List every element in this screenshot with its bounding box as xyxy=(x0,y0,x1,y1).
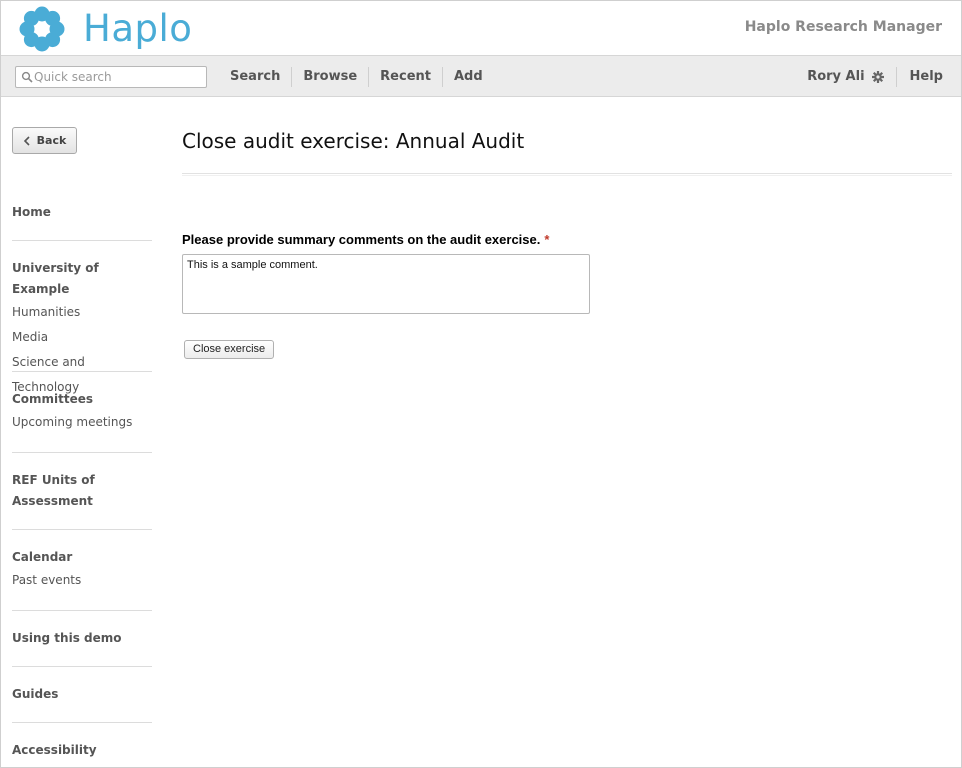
toolbar: Search Browse Recent Add Rory Ali Help xyxy=(1,55,961,97)
sidebar-item-university-of-example[interactable]: University of Example xyxy=(12,258,152,300)
sidebar-section-committees: Committees Upcoming meetings xyxy=(12,389,152,435)
quick-search-box[interactable] xyxy=(15,66,207,88)
comment-question-text: Please provide summary comments on the a… xyxy=(182,232,541,247)
sidebar-section-calendar: Calendar Past events xyxy=(12,547,152,593)
help-link[interactable]: Help xyxy=(895,67,943,87)
sidebar-item-upcoming-meetings[interactable]: Upcoming meetings xyxy=(12,410,152,435)
summary-comment-textarea[interactable]: This is a sample comment. xyxy=(182,254,590,314)
main-nav: Search Browse Recent Add xyxy=(219,67,494,87)
app-title: Haplo Research Manager xyxy=(744,19,942,35)
chevron-left-icon xyxy=(23,135,30,146)
app-header: Haplo Haplo Research Manager xyxy=(1,1,961,55)
search-icon xyxy=(21,71,33,83)
sidebar-item-past-events[interactable]: Past events xyxy=(12,568,152,593)
user-area: Rory Ali Help xyxy=(807,67,943,87)
app-window: Haplo Haplo Research Manager Search Brow… xyxy=(0,0,962,768)
sidebar-section-home: Home xyxy=(12,202,152,223)
sidebar-divider xyxy=(12,240,152,241)
required-marker: * xyxy=(544,232,550,247)
sidebar-divider xyxy=(12,722,152,723)
nav-recent[interactable]: Recent xyxy=(369,67,443,87)
gear-icon[interactable] xyxy=(871,71,884,83)
sidebar-item-using-this-demo[interactable]: Using this demo xyxy=(12,628,152,649)
nav-add[interactable]: Add xyxy=(443,67,494,87)
nav-browse[interactable]: Browse xyxy=(292,67,370,87)
sidebar-section-university: University of Example Humanities Media S… xyxy=(12,258,152,400)
back-button-label: Back xyxy=(36,134,67,147)
sidebar-item-calendar[interactable]: Calendar xyxy=(12,547,152,568)
sidebar-item-accessibility[interactable]: Accessibility xyxy=(12,740,152,761)
sidebar-section-accessibility: Accessibility xyxy=(12,740,152,761)
sidebar-item-home[interactable]: Home xyxy=(12,202,152,223)
sidebar-item-ref-units-of-assessment[interactable]: REF Units of Assessment xyxy=(12,470,122,512)
user-name-link[interactable]: Rory Ali xyxy=(807,67,864,87)
sidebar-item-media[interactable]: Media xyxy=(12,325,152,350)
sidebar-item-guides[interactable]: Guides xyxy=(12,684,152,705)
sidebar-item-humanities[interactable]: Humanities xyxy=(12,300,152,325)
nav-search[interactable]: Search xyxy=(219,67,293,87)
comment-field-label: Please provide summary comments on the a… xyxy=(182,232,549,247)
brand-name[interactable]: Haplo xyxy=(83,7,192,50)
back-button[interactable]: Back xyxy=(12,127,77,154)
sidebar-section-using-demo: Using this demo xyxy=(12,628,152,649)
close-exercise-button[interactable]: Close exercise xyxy=(184,340,275,359)
sidebar-section-ref: REF Units of Assessment xyxy=(12,470,152,512)
title-divider xyxy=(182,173,952,176)
sidebar-divider xyxy=(12,371,152,372)
sidebar-section-guides: Guides xyxy=(12,684,152,705)
sidebar-divider xyxy=(12,452,152,453)
page-title: Close audit exercise: Annual Audit xyxy=(182,129,525,153)
haplo-flower-icon[interactable] xyxy=(17,5,67,53)
sidebar-item-committees[interactable]: Committees xyxy=(12,389,152,410)
sidebar-divider xyxy=(12,529,152,530)
sidebar-divider xyxy=(12,666,152,667)
quick-search-input[interactable] xyxy=(34,68,204,86)
sidebar-divider xyxy=(12,610,152,611)
